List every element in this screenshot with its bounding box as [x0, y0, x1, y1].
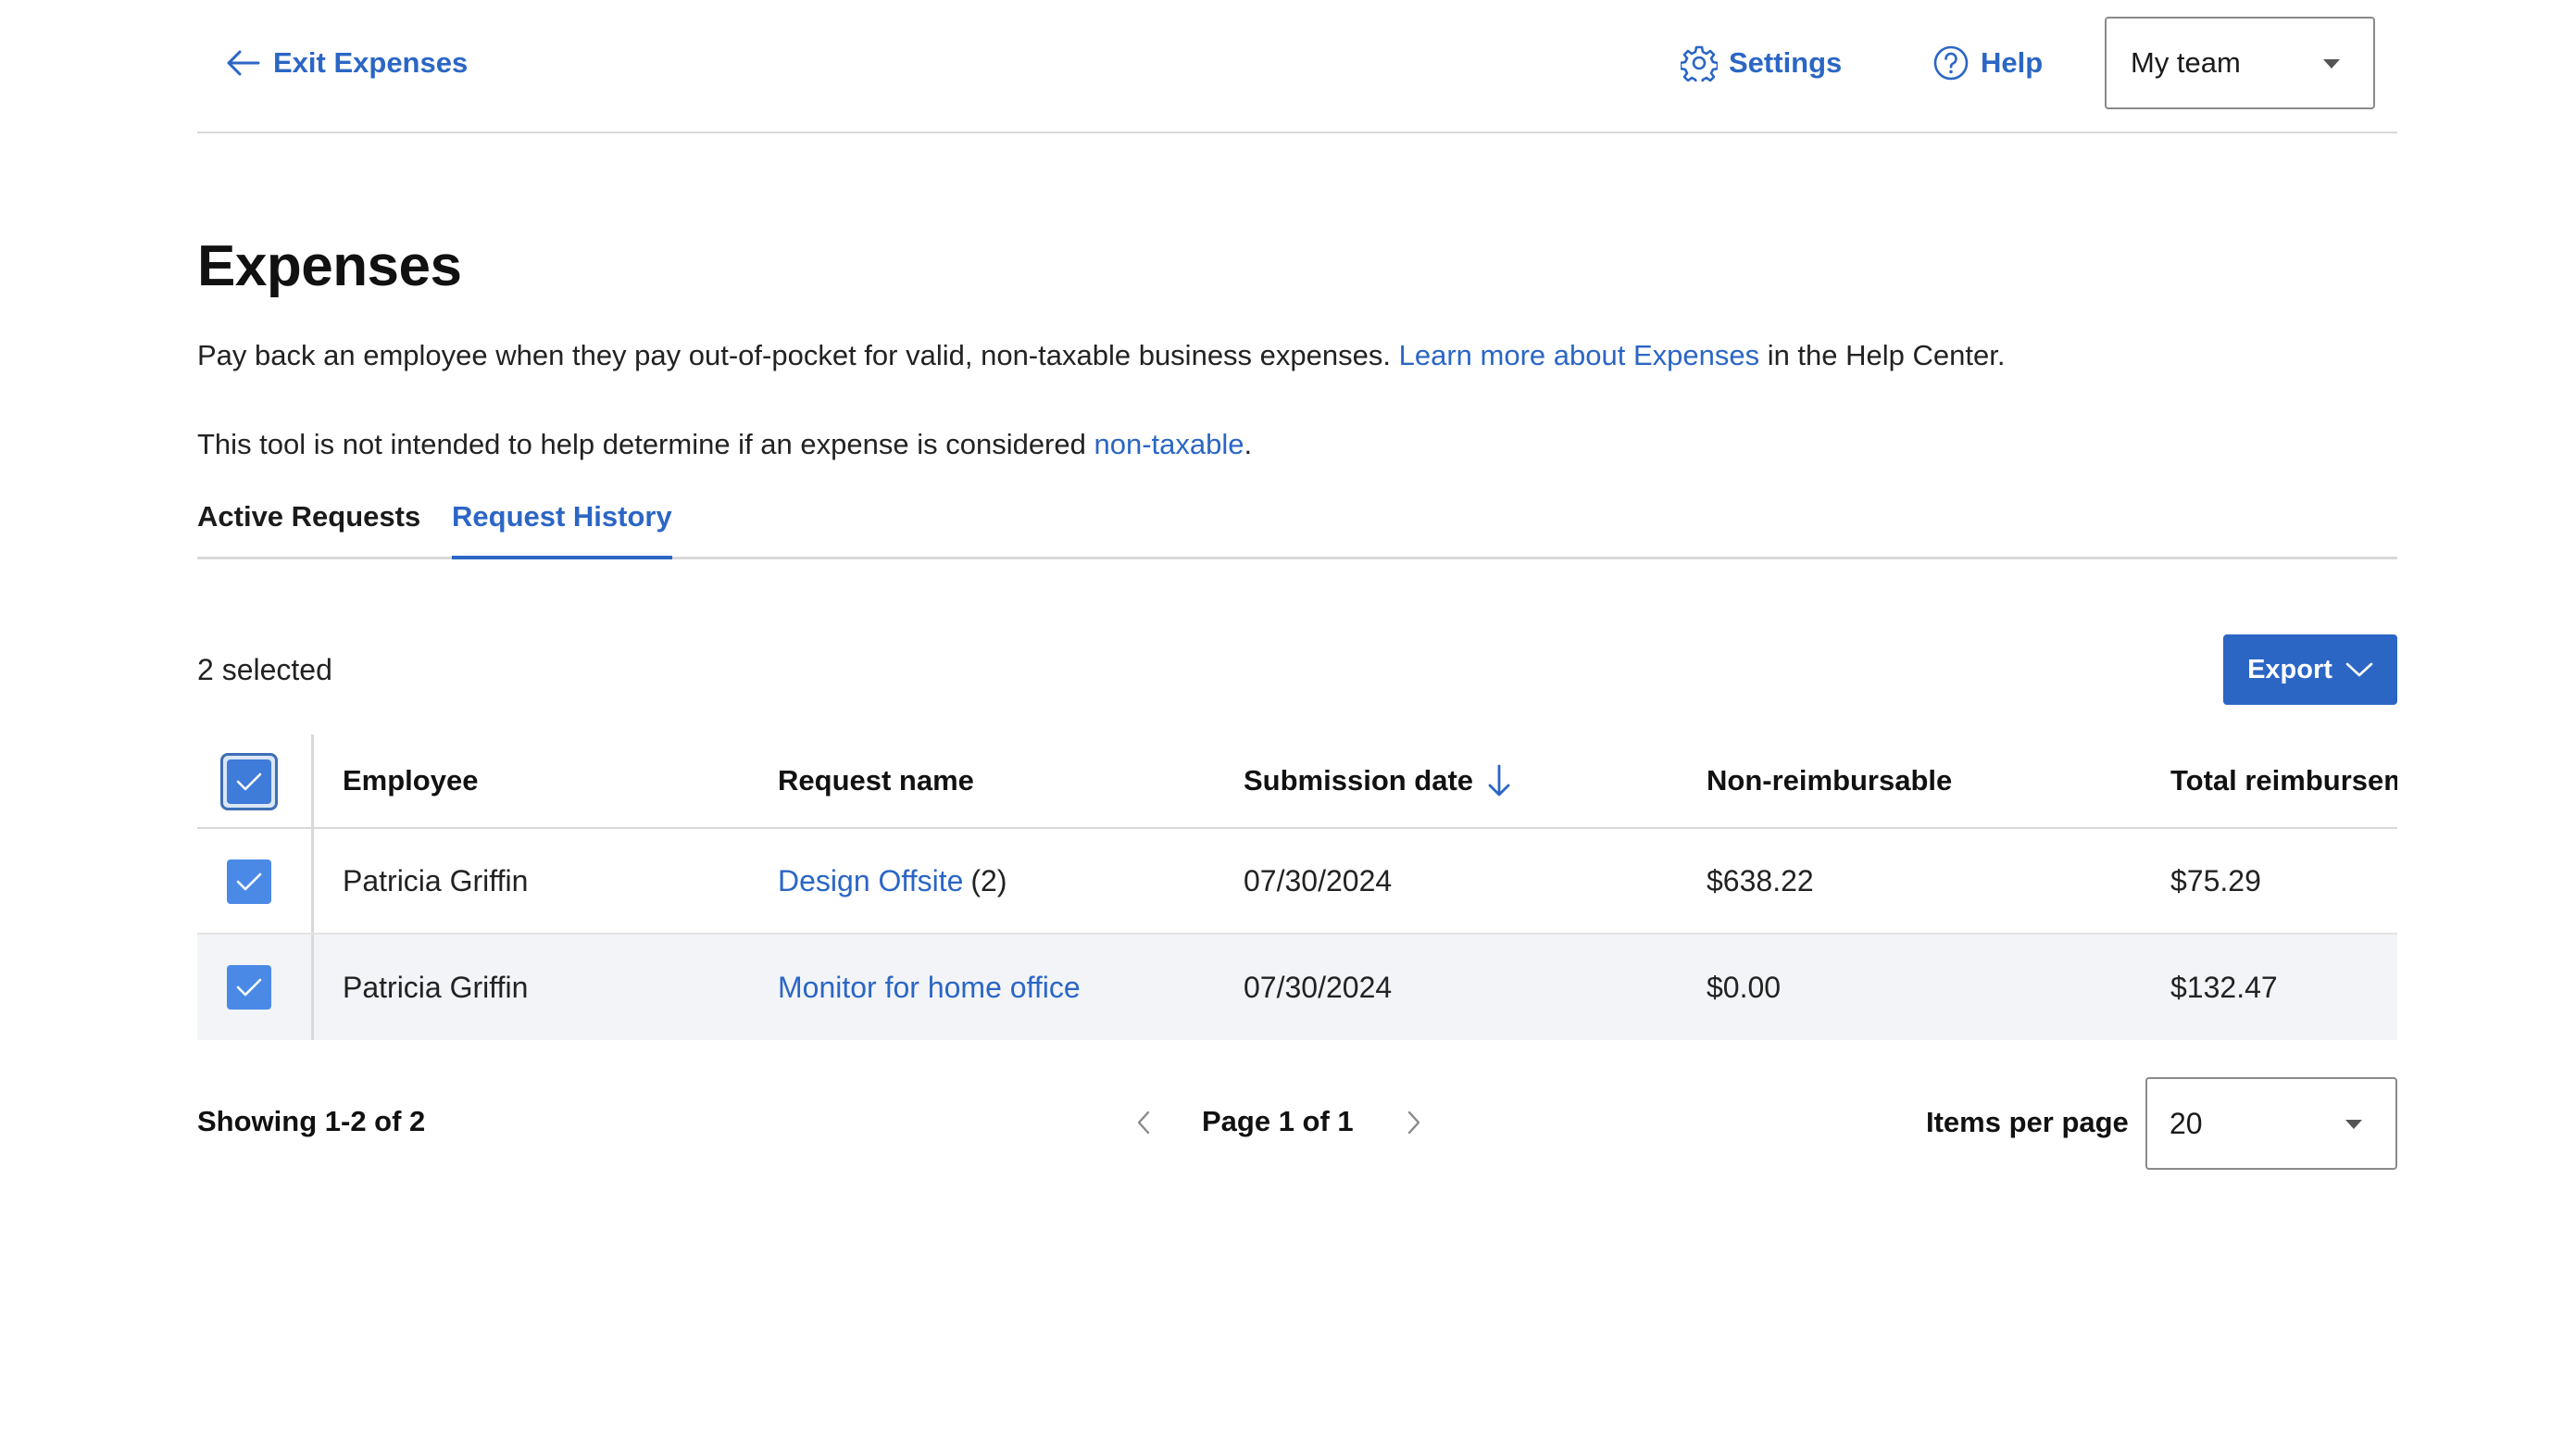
arrow-left-icon	[225, 49, 260, 77]
row-checkbox[interactable]	[227, 965, 271, 1010]
description-text: Pay back an employee when they pay out-o…	[197, 339, 1399, 371]
export-label: Export	[2247, 654, 2332, 684]
total-reimbursement-cell: $132.47	[2170, 970, 2278, 1004]
disclaimer-tail: .	[1244, 428, 1253, 460]
showing-count: Showing 1-2 of 2	[197, 1105, 426, 1137]
top-bar: Exit Expenses Settings Help My team	[197, 0, 2397, 133]
chevron-down-icon	[2345, 661, 2373, 678]
column-header-total-reimbursement[interactable]: Total reimbursement	[2170, 734, 2397, 827]
row-check-cell	[197, 935, 314, 1040]
expenses-table: Employee Request name Submission date No…	[197, 734, 2397, 1040]
tab-bar: Active Requests Request History	[197, 493, 2397, 559]
page-indicator: Page 1 of 1	[1202, 1105, 1354, 1137]
items-per-page-select[interactable]: 20	[2145, 1077, 2397, 1170]
request-name-cell: Monitor for home office	[778, 935, 1088, 1040]
caret-down-icon	[2323, 59, 2340, 69]
description-tail: in the Help Center.	[1759, 339, 2006, 371]
caret-down-icon	[2345, 1120, 2362, 1129]
column-header-employee[interactable]: Employee	[343, 734, 478, 827]
row-checkbox[interactable]	[227, 860, 271, 904]
help-link[interactable]: Help	[1932, 43, 2043, 83]
checkmark-icon	[236, 978, 262, 997]
disclaimer-text: This tool is not intended to help determ…	[197, 428, 1094, 460]
column-header-non-reimbursable[interactable]: Non-reimbursable	[1707, 734, 1952, 827]
select-all-checkbox[interactable]	[227, 759, 271, 804]
chevron-right-icon	[1407, 1110, 1420, 1135]
table-row[interactable]: Patricia Griffin Design Offsite (2) 07/3…	[197, 829, 2397, 935]
request-count: (2)	[970, 863, 1007, 897]
checkmark-icon	[236, 872, 262, 891]
page-disclaimer: This tool is not intended to help determ…	[197, 428, 1252, 461]
tab-active-requests[interactable]: Active Requests	[197, 500, 420, 559]
request-name-cell: Design Offsite (2)	[778, 829, 1007, 933]
column-header-request-name[interactable]: Request name	[778, 734, 974, 827]
request-name-link[interactable]: Design Offsite	[778, 864, 963, 898]
team-select-value: My team	[2131, 46, 2241, 79]
employee-cell: Patricia Griffin	[343, 863, 529, 897]
settings-label: Settings	[1729, 46, 1843, 79]
export-button[interactable]: Export	[2223, 634, 2397, 705]
select-all-focus-ring	[220, 753, 278, 810]
header-check-cell	[197, 734, 314, 827]
submission-date-label: Submission date	[1244, 764, 1474, 797]
items-per-page-label: Items per page	[1926, 1106, 2129, 1138]
team-select[interactable]: My team	[2105, 17, 2375, 109]
exit-expenses-link[interactable]: Exit Expenses	[225, 43, 468, 83]
submission-date-cell: 07/30/2024	[1244, 863, 1393, 897]
chevron-left-icon	[1137, 1110, 1150, 1135]
non-reimbursable-cell: $0.00	[1707, 970, 1782, 1004]
employee-cell: Patricia Griffin	[343, 970, 529, 1004]
sort-descending-icon	[1486, 763, 1512, 798]
items-per-page-value: 20	[2170, 1106, 2203, 1140]
page-description: Pay back an employee when they pay out-o…	[197, 339, 2005, 372]
table-header-row: Employee Request name Submission date No…	[197, 734, 2397, 829]
column-header-submission-date[interactable]: Submission date	[1244, 734, 1512, 827]
next-page-button[interactable]	[1400, 1104, 1428, 1141]
help-label: Help	[1981, 46, 2044, 79]
selected-count: 2 selected	[197, 653, 332, 686]
table-row[interactable]: Patricia Griffin Monitor for home office…	[197, 935, 2397, 1040]
checkmark-icon	[236, 772, 262, 791]
total-reimbursement-cell: $75.29	[2170, 863, 2261, 897]
exit-expenses-label: Exit Expenses	[273, 46, 469, 79]
previous-page-button[interactable]	[1130, 1104, 1157, 1141]
submission-date-cell: 07/30/2024	[1244, 970, 1393, 1004]
page-title: Expenses	[197, 234, 462, 298]
non-reimbursable-cell: $638.22	[1707, 863, 1814, 897]
tab-request-history[interactable]: Request History	[452, 500, 672, 559]
gear-icon	[1681, 44, 1718, 82]
request-name-link[interactable]: Monitor for home office	[778, 971, 1081, 1005]
non-taxable-link[interactable]: non-taxable	[1094, 428, 1244, 460]
expenses-page: Exit Expenses Settings Help My team Expe…	[0, 0, 2576, 1443]
settings-link[interactable]: Settings	[1681, 43, 1842, 83]
learn-more-link[interactable]: Learn more about Expenses	[1399, 339, 1759, 371]
row-check-cell	[197, 829, 314, 933]
help-circle-icon	[1932, 44, 1970, 82]
